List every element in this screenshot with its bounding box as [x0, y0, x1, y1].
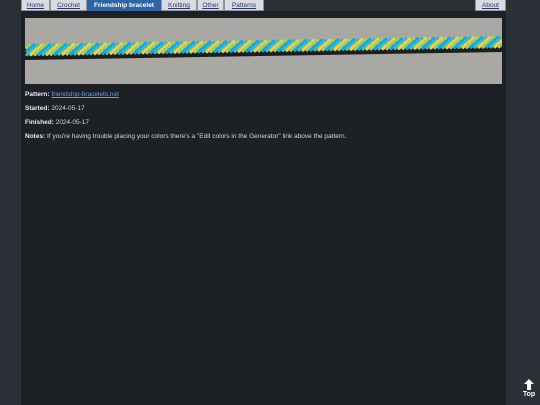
nav-friendship-bracelet[interactable]: Friendship bracelet	[87, 0, 161, 11]
pattern-label: Pattern:	[25, 91, 50, 98]
notes-label: Notes:	[25, 133, 46, 140]
notes-value: If you're having trouble placing your co…	[47, 133, 347, 140]
bracelet-photo	[25, 18, 502, 84]
nav-about[interactable]: About	[475, 0, 506, 11]
pattern-link[interactable]: friendship-bracelets.net	[51, 91, 119, 98]
finished-label: Finished:	[25, 119, 54, 126]
started-value: 2024-05-17	[51, 105, 85, 112]
started-row: Started: 2024-05-17	[25, 105, 85, 112]
back-to-top-label: Top	[522, 391, 536, 398]
arrow-up-icon	[524, 379, 534, 390]
nav-home[interactable]: Home	[21, 0, 50, 11]
pattern-row: Pattern: friendship-bracelets.net	[25, 91, 119, 98]
nav-crochet[interactable]: Crochet	[50, 0, 87, 11]
finished-row: Finished: 2024-05-17	[25, 119, 89, 126]
started-label: Started:	[25, 105, 50, 112]
top-nav: Home Crochet Friendship bracelet Knittin…	[21, 0, 506, 11]
nav-other[interactable]: Other	[197, 0, 224, 11]
back-to-top-button[interactable]: Top	[521, 379, 537, 398]
nav-patterns[interactable]: Patterns	[224, 0, 264, 11]
nav-knitting[interactable]: Knitting	[161, 0, 197, 11]
finished-value: 2024-05-17	[55, 119, 89, 126]
notes-row: Notes: If you're having trouble placing …	[25, 133, 346, 140]
content-panel: Pattern: friendship-bracelets.net Starte…	[21, 11, 506, 405]
